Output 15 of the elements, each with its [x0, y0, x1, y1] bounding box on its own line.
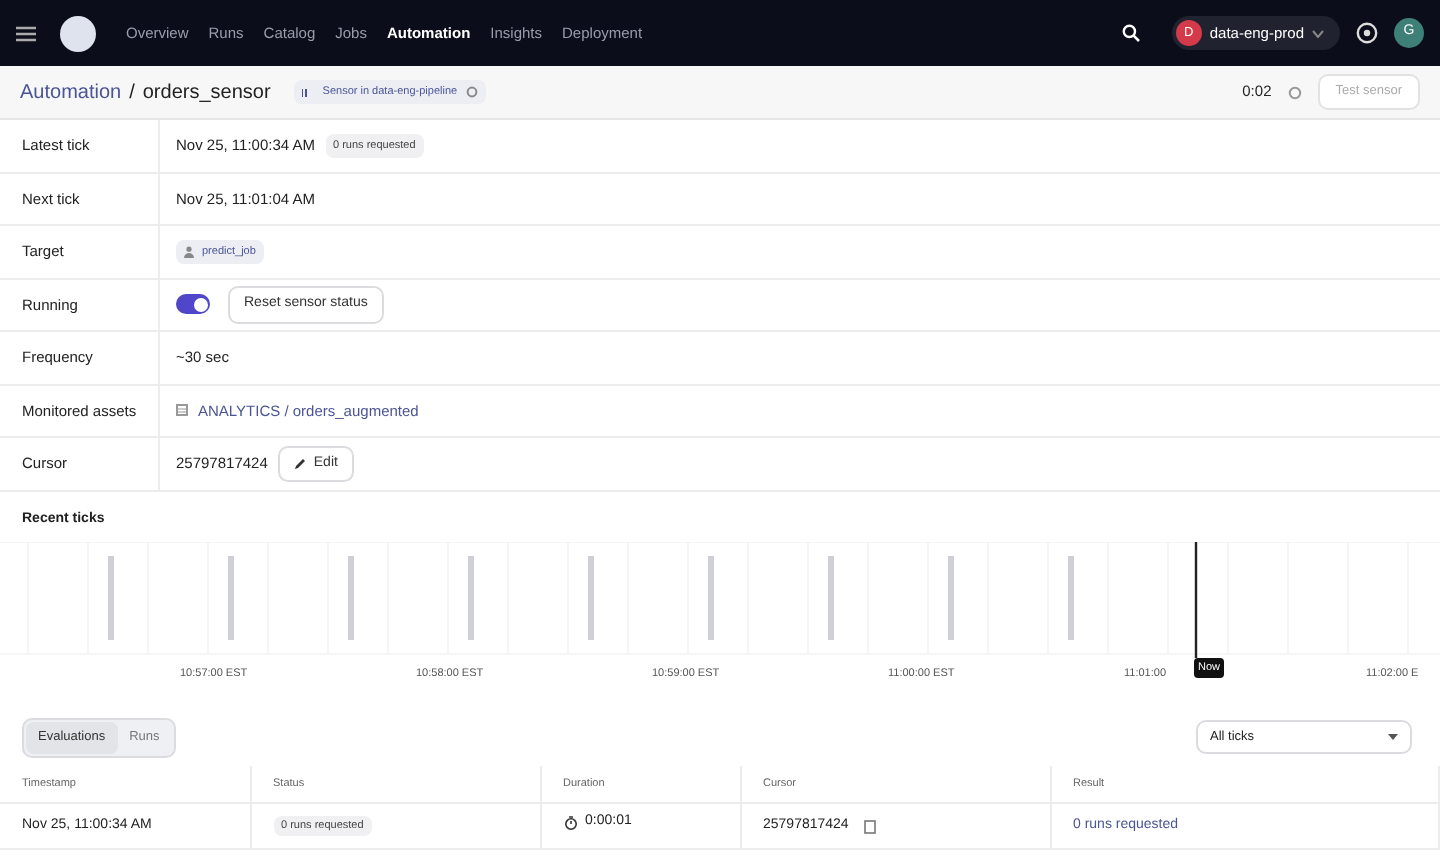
breadcrumb-link[interactable]: Automation: [20, 77, 122, 107]
caret-icon: [1312, 29, 1324, 37]
stopwatch-icon: [563, 816, 577, 831]
copy-icon[interactable]: [864, 819, 877, 833]
page-title: orders_sensor: [142, 79, 271, 107]
logo-icon[interactable]: [60, 15, 96, 51]
running-toggle[interactable]: [176, 294, 210, 315]
breadcrumb-separator: /: [129, 79, 135, 107]
pencil-icon: [293, 457, 306, 470]
caret-icon: [1388, 734, 1398, 741]
person-icon: [184, 245, 194, 258]
search-icon[interactable]: [1121, 24, 1140, 42]
table-icon: [176, 404, 188, 417]
now-line: [1194, 542, 1198, 658]
menu-icon[interactable]: [16, 25, 36, 41]
